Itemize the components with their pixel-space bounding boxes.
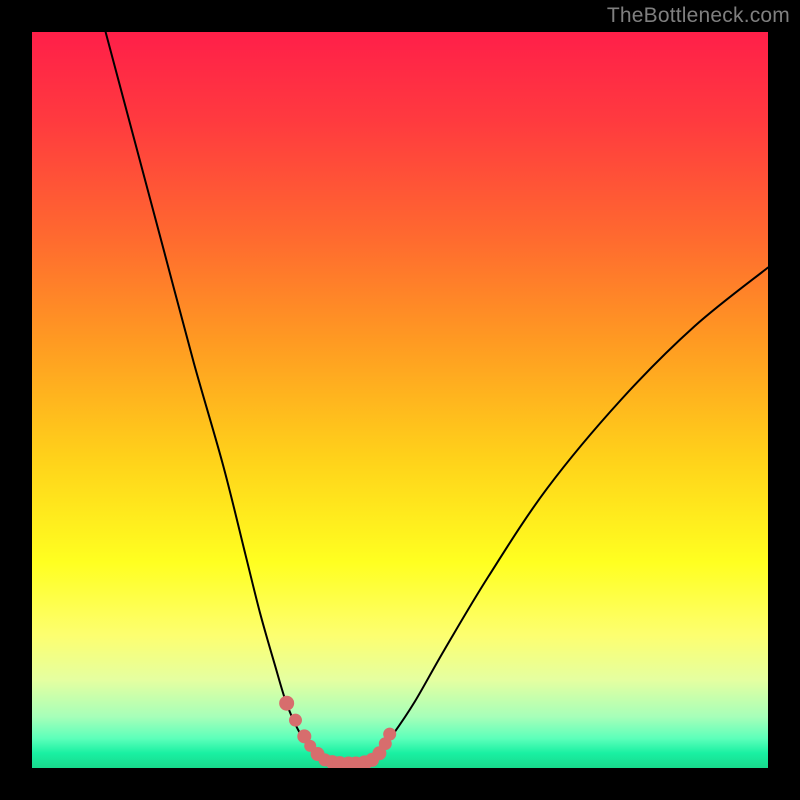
valley-dots	[279, 696, 396, 768]
valley-dot	[289, 714, 302, 727]
valley-dot	[279, 696, 294, 711]
chart-svg	[32, 32, 768, 768]
right-curve	[363, 268, 768, 763]
valley-dot	[383, 728, 396, 741]
watermark-text: TheBottleneck.com	[607, 4, 790, 28]
plot-area	[32, 32, 768, 768]
chart-frame: TheBottleneck.com	[0, 0, 800, 800]
left-curve	[106, 32, 327, 763]
